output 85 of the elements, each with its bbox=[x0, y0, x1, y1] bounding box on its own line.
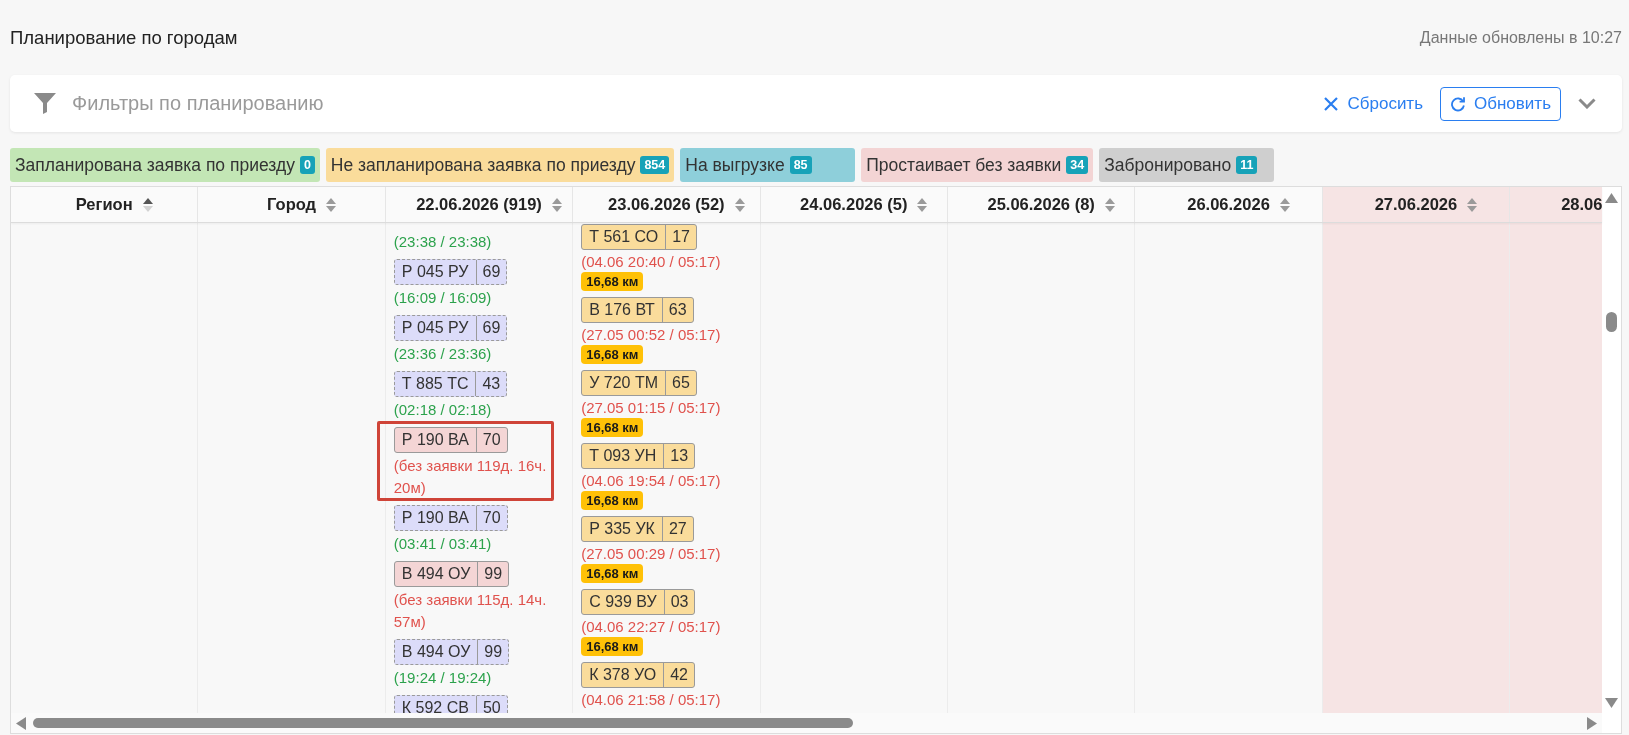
scroll-thumb[interactable] bbox=[33, 718, 853, 728]
close-icon bbox=[1324, 96, 1339, 111]
plate-number: Т 093 УН bbox=[588, 446, 658, 466]
region-code: 43 bbox=[475, 372, 507, 396]
count-badge: 85 bbox=[789, 156, 812, 174]
arrival-time: (04.06 22:27 / 05:17) bbox=[581, 617, 721, 637]
count-badge: 11 bbox=[1236, 156, 1258, 174]
plate-number: С 939 ВУ bbox=[588, 592, 658, 612]
scroll-down-icon[interactable] bbox=[1605, 698, 1618, 708]
distance-badge: 16,68 км bbox=[581, 272, 644, 291]
scroll-thumb[interactable] bbox=[1606, 312, 1617, 332]
region-code: 69 bbox=[475, 260, 507, 284]
legend-label: На выгрузке bbox=[685, 154, 785, 176]
sort-icon[interactable] bbox=[142, 196, 153, 213]
reset-button[interactable]: Сбросить bbox=[1324, 93, 1423, 114]
refresh-button[interactable]: Обновить bbox=[1440, 86, 1561, 121]
column-header[interactable]: 23.06.2026 (52) bbox=[573, 187, 761, 222]
arrival-time: (23:36 / 23:36) bbox=[393, 344, 492, 364]
column-header[interactable]: Город bbox=[198, 187, 386, 222]
page-title: Планирование по городам bbox=[10, 26, 238, 49]
idle-duration: (без заявки 119д. 16ч. 20м) bbox=[393, 456, 548, 498]
plate-number: Р 045 РУ bbox=[400, 262, 470, 282]
plate-number: В 494 ОУ bbox=[400, 642, 472, 662]
plate-number: К 378 УО bbox=[588, 665, 658, 685]
arrival-time: (04.06 20:40 / 05:17) bbox=[581, 252, 721, 272]
plate-number: У 720 ТМ bbox=[588, 373, 660, 393]
arrival-time: (04.06 21:58 / 05:17) bbox=[581, 690, 721, 710]
column-header[interactable]: Регион bbox=[11, 187, 199, 222]
arrival-time: (27.05 00:52 / 05:17) bbox=[581, 325, 721, 345]
idle-duration: (без заявки 115д. 14ч. 57м) bbox=[393, 590, 548, 632]
horizontal-scrollbar[interactable] bbox=[11, 713, 1602, 733]
region-code: 70 bbox=[475, 506, 507, 530]
plate-number: Р 335 УК bbox=[588, 519, 656, 539]
chevron-down-icon[interactable] bbox=[1578, 98, 1596, 109]
column-header[interactable]: 27.06.2026 bbox=[1322, 187, 1511, 222]
arrival-time: (03:41 / 03:41) bbox=[393, 534, 492, 554]
scroll-left-icon[interactable] bbox=[16, 716, 26, 730]
column-header[interactable]: 25.06.2026 (8) bbox=[947, 187, 1136, 222]
distance-badge: 16,68 км bbox=[581, 345, 644, 364]
distance-badge: 16,68 км bbox=[581, 418, 644, 437]
plate-number: Р 045 РУ bbox=[400, 318, 470, 338]
region-code: 17 bbox=[665, 225, 696, 249]
region-code: 99 bbox=[477, 562, 509, 586]
region-code: 99 bbox=[477, 640, 509, 664]
count-badge: 0 bbox=[299, 156, 315, 174]
plate-number: Р 190 ВА bbox=[400, 430, 470, 450]
plate-number: Т 885 ТС bbox=[400, 374, 470, 394]
arrival-time: (23:38 / 23:38) bbox=[393, 232, 492, 252]
legend-label: Запланирована заявка по приезду bbox=[15, 154, 295, 176]
distance-badge: 16,68 км bbox=[581, 491, 644, 510]
count-badge: 34 bbox=[1066, 156, 1089, 174]
arrival-time: (16:09 / 16:09) bbox=[393, 288, 492, 308]
region-code: 69 bbox=[475, 316, 507, 340]
arrival-time: (19:24 / 19:24) bbox=[393, 668, 492, 688]
plate-number: Р 190 ВА bbox=[400, 508, 470, 528]
arrival-time: (27.05 01:15 / 05:17) bbox=[581, 398, 721, 418]
column-header[interactable]: 22.06.2026 (919) bbox=[385, 187, 574, 222]
region-code: 65 bbox=[665, 371, 696, 395]
plate-number: Т 561 СО bbox=[588, 227, 660, 247]
legend-label: Простаивает без заявки bbox=[866, 154, 1062, 176]
distance-badge: 16,68 км bbox=[581, 637, 644, 656]
arrival-time: (02:18 / 02:18) bbox=[393, 400, 492, 420]
region-code: 27 bbox=[661, 517, 693, 541]
plate-number: К 592 СВ bbox=[400, 698, 470, 713]
arrival-time: (27.05 00:29 / 05:17) bbox=[581, 544, 721, 564]
count-badge: 854 bbox=[640, 156, 670, 174]
filter-icon bbox=[34, 93, 56, 114]
region-code: 63 bbox=[661, 298, 693, 322]
refresh-icon bbox=[1450, 95, 1466, 112]
region-code: 42 bbox=[663, 663, 694, 687]
arrival-time: (04.06 19:54 / 05:17) bbox=[581, 471, 721, 491]
column-header[interactable]: 26.06.2026 bbox=[1135, 187, 1323, 222]
legend-label: Забронировано bbox=[1104, 154, 1232, 176]
update-status: Данные обновлены в 10:27 bbox=[1419, 28, 1622, 47]
region-code: 03 bbox=[663, 590, 695, 614]
region-code: 13 bbox=[663, 444, 695, 468]
plate-number: В 176 ВТ bbox=[588, 300, 656, 320]
region-code: 70 bbox=[475, 428, 507, 452]
legend-label: Не запланирована заявка по приезду bbox=[330, 154, 636, 176]
plate-number: В 494 ОУ bbox=[400, 564, 472, 584]
column-header[interactable]: 24.06.2026 (5) bbox=[760, 187, 948, 222]
distance-badge: 16,68 км bbox=[581, 564, 644, 583]
scroll-up-icon[interactable] bbox=[1605, 193, 1618, 203]
column-header[interactable]: 28.06 bbox=[1510, 187, 1602, 222]
scroll-right-icon[interactable] bbox=[1587, 716, 1597, 730]
